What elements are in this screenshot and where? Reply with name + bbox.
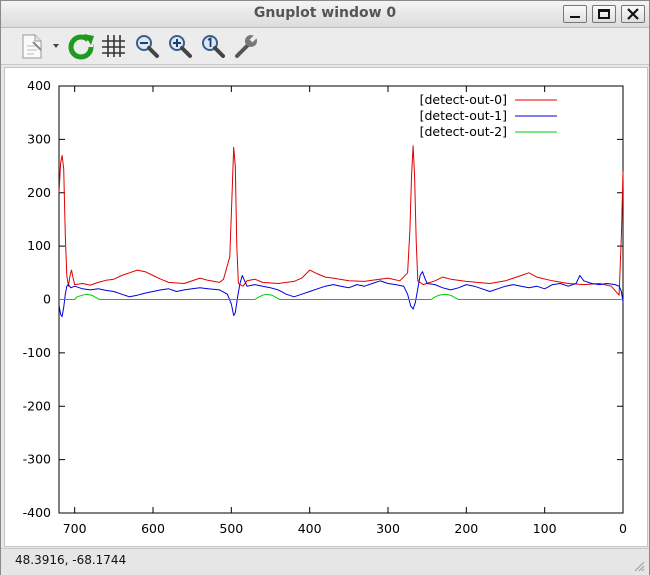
y-tick-label: -300: [23, 452, 51, 467]
x-tick-label: 0: [619, 521, 627, 536]
y-tick-label: -400: [23, 505, 51, 520]
zoom-reset-icon: [202, 35, 225, 58]
y-tick-label: 200: [27, 185, 51, 200]
line-chart[interactable]: 400 300 200 100 0 -100 -200 -300 -400 700 600 500 40…: [5, 68, 647, 546]
zoom-reset-button[interactable]: [199, 32, 227, 60]
grid-icon: [102, 35, 125, 57]
export-button[interactable]: [19, 32, 63, 60]
legend-label-2: [detect-out-2]: [420, 124, 507, 139]
export-icon: [22, 34, 59, 59]
mouse-coordinates: 48.3916, -68.1744: [15, 553, 127, 567]
x-tick-label: 500: [219, 521, 243, 536]
x-tick-label: 700: [63, 521, 87, 536]
series-line-1: [58, 271, 624, 318]
window-title: Gnuplot window 0: [253, 5, 397, 21]
y-tick-label: -200: [23, 398, 51, 413]
plot-canvas[interactable]: 400 300 200 100 0 -100 -200 -300 -400 700 600 500 40…: [4, 67, 648, 547]
title-bar[interactable]: Gnuplot window 0: [1, 1, 649, 28]
toolbar: [1, 28, 649, 65]
legend-label-1: [detect-out-1]: [420, 108, 507, 123]
series-line-0: [58, 145, 624, 296]
x-tick-label: 100: [533, 521, 557, 536]
grid-button[interactable]: [99, 32, 127, 60]
chevron-down-icon: [53, 44, 59, 48]
config-wrench-icon: [235, 32, 260, 58]
series-line-2: [59, 293, 623, 300]
close-button[interactable]: [621, 5, 645, 23]
config-button[interactable]: [232, 32, 260, 60]
zoom-out-button[interactable]: [133, 32, 161, 60]
replot-button[interactable]: [67, 32, 95, 60]
resize-grip-icon[interactable]: [633, 560, 645, 572]
y-tick-label: 100: [27, 238, 51, 253]
maximize-button[interactable]: [592, 5, 616, 23]
zoom-out-icon: [136, 35, 159, 58]
gnuplot-window: Gnuplot window 0 400 300 200 100 0 -100 …: [0, 0, 650, 575]
minimize-icon: [570, 16, 580, 18]
status-bar: 48.3916, -68.1744: [1, 548, 649, 575]
y-tick-label: -100: [23, 345, 51, 360]
x-tick-label: 600: [141, 521, 165, 536]
x-tick-label: 200: [454, 521, 478, 536]
y-tick-label: 400: [27, 78, 51, 93]
maximize-icon: [598, 9, 610, 19]
zoom-in-icon: [169, 35, 192, 58]
replot-icon: [68, 34, 94, 60]
close-icon: [627, 8, 639, 20]
minimize-button[interactable]: [563, 5, 587, 23]
y-tick-label: 300: [27, 131, 51, 146]
y-tick-label: 0: [43, 292, 51, 307]
zoom-in-button[interactable]: [166, 32, 194, 60]
legend-label-0: [detect-out-0]: [420, 92, 507, 107]
x-tick-label: 300: [376, 521, 400, 536]
x-tick-label: 400: [298, 521, 322, 536]
